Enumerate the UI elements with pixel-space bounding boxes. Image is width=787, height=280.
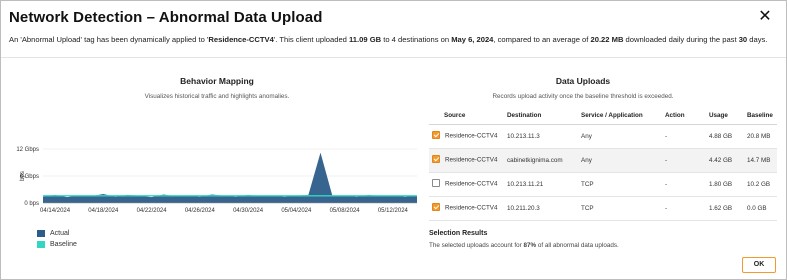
table-row[interactable]: Residence-CCTV4 10.213.11.3 Any - 4.88 G… bbox=[429, 124, 777, 149]
summary-uploaded: 11.09 GB bbox=[349, 35, 382, 44]
ok-button[interactable]: OK bbox=[742, 257, 776, 273]
x-tick-label: 04/22/2024 bbox=[137, 208, 168, 214]
x-tick-label: 04/30/2024 bbox=[233, 208, 264, 214]
uploads-header-row: Source Destination Service / Application… bbox=[429, 107, 777, 125]
close-icon[interactable]: ✕ bbox=[756, 8, 774, 26]
summary-part: , compared to an average of bbox=[493, 35, 591, 44]
col-baseline: Baseline bbox=[747, 107, 777, 125]
row-baseline: 14.7 MB bbox=[747, 148, 777, 173]
traffic-chart-svg: 12 Gbps6 Gbps0 bpsbps04/14/2024 04/18/202… bbox=[16, 147, 417, 214]
row-action: - bbox=[665, 196, 709, 221]
row-baseline: 0.0 GB bbox=[747, 196, 777, 221]
row-destination: cabinetkignima.com bbox=[507, 148, 581, 173]
traffic-chart: 12 Gbps 6 Gbps 0 bps bps 04/14/2024 04/18/202… bbox=[16, 141, 425, 219]
y-tick-label: 12 Gbps bbox=[16, 147, 39, 153]
row-checkbox[interactable] bbox=[432, 131, 440, 139]
uploads-subtitle: Records upload activity once the baselin… bbox=[492, 93, 674, 100]
row-usage: 1.80 GB bbox=[709, 172, 747, 197]
row-destination: 10.211.20.3 bbox=[507, 196, 581, 221]
row-source: Residence-CCTV4 bbox=[445, 180, 498, 188]
table-row[interactable]: Residence-CCTV4 10.211.20.3 TCP - 1.62 G… bbox=[429, 196, 777, 221]
col-service: Service / Application bbox=[581, 107, 665, 125]
summary-text: An 'Abnormal Upload' tag has been dynami… bbox=[9, 35, 767, 44]
selection-part: The selected uploads account for bbox=[429, 242, 524, 249]
legend-swatch-actual bbox=[37, 230, 45, 237]
row-usage: 4.88 GB bbox=[709, 124, 747, 149]
selection-part: of all abnormal data uploads. bbox=[536, 242, 619, 249]
table-row[interactable]: Residence-CCTV4 10.213.11.21 TCP - 1.80 … bbox=[429, 172, 777, 197]
row-usage: 4.42 GB bbox=[709, 148, 747, 173]
summary-client: Residence-CCTV4 bbox=[208, 35, 274, 44]
x-tick-label: 04/18/2024 bbox=[88, 208, 119, 214]
summary-part: '. This client uploaded bbox=[273, 35, 349, 44]
row-service: TCP bbox=[581, 172, 665, 197]
row-service: Any bbox=[581, 124, 665, 149]
legend-swatch-baseline bbox=[37, 241, 45, 248]
row-checkbox[interactable] bbox=[432, 203, 440, 211]
row-service: TCP bbox=[581, 196, 665, 221]
legend-label-baseline: Baseline bbox=[50, 241, 77, 248]
behavior-subtitle: Visualizes historical traffic and highli… bbox=[144, 93, 290, 100]
row-checkbox[interactable] bbox=[432, 155, 440, 163]
row-action: - bbox=[665, 172, 709, 197]
legend-label-actual: Actual bbox=[50, 230, 70, 237]
row-source: Residence-CCTV4 bbox=[445, 132, 498, 140]
y-tick-label: 0 bps bbox=[24, 201, 39, 207]
x-tick-label: 04/14/2024 bbox=[40, 208, 71, 214]
selection-title: Selection Results bbox=[429, 230, 488, 237]
row-source: Residence-CCTV4 bbox=[445, 204, 498, 212]
row-destination: 10.213.11.21 bbox=[507, 172, 581, 197]
selection-text: The selected uploads account for 87% of … bbox=[429, 242, 619, 249]
header-divider bbox=[1, 57, 786, 58]
row-action: - bbox=[665, 124, 709, 149]
legend-item-baseline: Baseline bbox=[37, 239, 77, 250]
col-destination: Destination bbox=[507, 107, 581, 125]
summary-part: downloaded daily during the past bbox=[623, 35, 739, 44]
y-axis-label: bps bbox=[20, 171, 26, 181]
dialog-title: Network Detection – Abnormal Data Upload bbox=[9, 9, 323, 26]
uploads-table: Source Destination Service / Application… bbox=[429, 107, 777, 221]
x-tick-label: 05/08/2024 bbox=[330, 208, 361, 214]
legend-item-actual: Actual bbox=[37, 228, 77, 239]
summary-average: 20.22 MB bbox=[590, 35, 624, 44]
col-source: Source bbox=[429, 107, 507, 125]
summary-date: May 6, 2024 bbox=[451, 35, 494, 44]
row-baseline: 20.8 MB bbox=[747, 124, 777, 149]
row-service: Any bbox=[581, 148, 665, 173]
row-destination: 10.213.11.3 bbox=[507, 124, 581, 149]
uploads-title: Data Uploads bbox=[555, 76, 611, 86]
abnormal-upload-dialog: Network Detection – Abnormal Data Upload… bbox=[0, 0, 787, 280]
col-action: Action bbox=[665, 107, 709, 125]
x-tick-label: 05/04/2024 bbox=[281, 208, 312, 214]
table-row[interactable]: Residence-CCTV4 cabinetkignima.com Any -… bbox=[429, 148, 777, 173]
summary-days: 30 bbox=[738, 35, 748, 44]
x-tick-label: 04/26/2024 bbox=[185, 208, 216, 214]
summary-part: days. bbox=[747, 35, 768, 44]
row-source: Residence-CCTV4 bbox=[445, 156, 498, 164]
col-usage: Usage bbox=[709, 107, 747, 125]
summary-part: An 'Abnormal Upload' tag has been dynami… bbox=[9, 35, 209, 44]
selection-percent: 87% bbox=[523, 242, 537, 249]
chart-legend: Actual Baseline bbox=[37, 228, 77, 250]
row-usage: 1.62 GB bbox=[709, 196, 747, 221]
summary-part: to 4 destinations on bbox=[381, 35, 452, 44]
x-tick-label: 05/12/2024 bbox=[378, 208, 409, 214]
row-action: - bbox=[665, 148, 709, 173]
row-checkbox[interactable] bbox=[432, 179, 440, 187]
row-baseline: 10.2 GB bbox=[747, 172, 777, 197]
behavior-title: Behavior Mapping bbox=[180, 76, 254, 86]
